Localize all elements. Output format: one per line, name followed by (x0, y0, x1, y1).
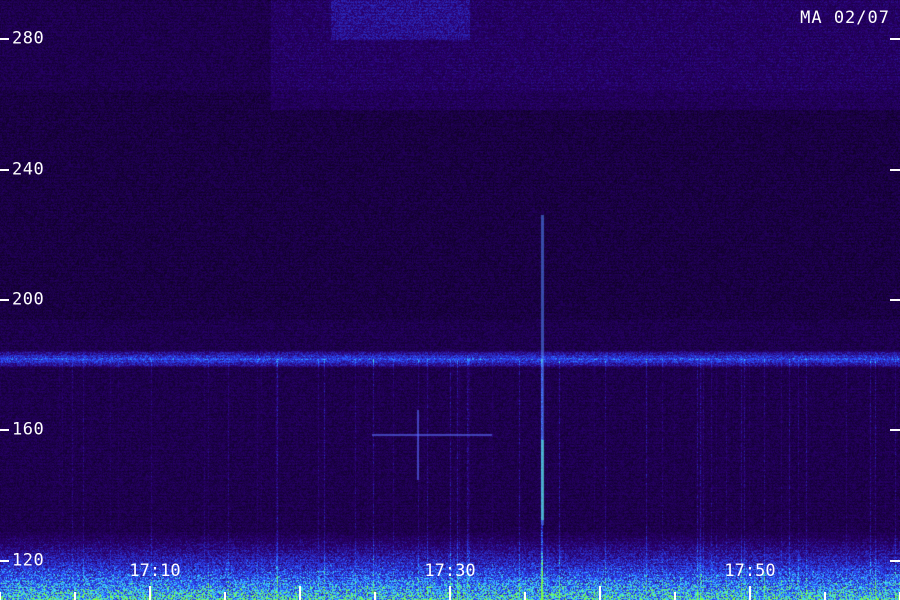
x-tick-label: 17:10 (129, 561, 181, 581)
y-tick-mark-right (890, 168, 900, 171)
y-tick-label: 280 (12, 28, 45, 49)
y-tick-mark-left (0, 559, 9, 562)
y-tick-label: 240 (12, 159, 45, 180)
x-tick-mark (149, 586, 151, 600)
y-tick-mark-right (890, 38, 900, 41)
spectrogram-canvas (0, 0, 900, 600)
x-tick-mark (824, 592, 826, 600)
y-tick-mark-left (0, 429, 9, 432)
x-tick-mark (674, 592, 676, 600)
y-tick-mark-left (0, 299, 9, 301)
x-tick-mark (0, 592, 1, 600)
y-tick-label: 160 (12, 419, 45, 440)
x-tick-mark (599, 586, 601, 600)
chart-title: MA 02/07 (800, 8, 890, 28)
x-tick-mark (749, 586, 751, 600)
x-tick-mark (224, 592, 226, 600)
y-tick-label: 120 (12, 550, 45, 571)
x-tick-mark (74, 592, 76, 600)
y-tick-mark-right (890, 299, 900, 301)
x-tick-mark (449, 586, 451, 600)
y-tick-label: 200 (12, 289, 45, 310)
y-tick-mark-right (890, 559, 900, 562)
x-tick-mark (299, 586, 301, 600)
x-tick-label: 17:30 (424, 561, 476, 581)
x-tick-mark (524, 592, 526, 600)
y-tick-mark-left (0, 168, 9, 171)
x-tick-label: 17:50 (724, 561, 776, 581)
x-tick-mark (374, 592, 376, 600)
y-tick-mark-right (890, 429, 900, 432)
y-tick-mark-left (0, 38, 9, 41)
